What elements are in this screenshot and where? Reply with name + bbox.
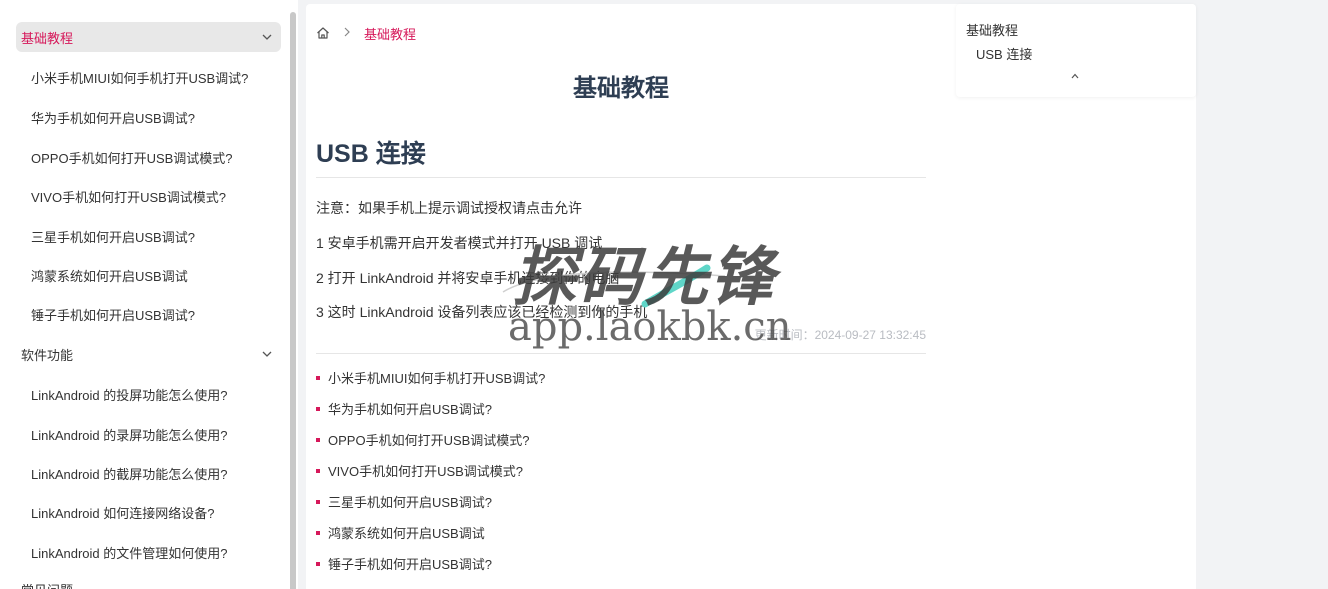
sidebar-item-network[interactable]: LinkAndroid 如何连接网络设备?: [31, 503, 215, 522]
related-link-samsung[interactable]: 三星手机如何开启USB调试?: [316, 492, 492, 511]
bullet-icon: [316, 468, 320, 473]
related-link-huawei[interactable]: 华为手机如何开启USB调试?: [316, 399, 492, 418]
related-link-label: 三星手机如何开启USB调试?: [328, 495, 492, 510]
paragraph-note: 注意：如果手机上提示调试授权请点击允许: [316, 200, 582, 216]
sidebar-item-xiaomi[interactable]: 小米手机MIUI如何手机打开USB调试?: [31, 68, 248, 87]
sidebar-item-files[interactable]: LinkAndroid 的文件管理如何使用?: [31, 543, 228, 562]
bullet-icon: [316, 530, 320, 535]
bullet-icon: [316, 406, 320, 411]
related-link-xiaomi[interactable]: 小米手机MIUI如何手机打开USB调试?: [316, 368, 545, 387]
bullet-icon: [316, 437, 320, 442]
sidebar-item-mirror[interactable]: LinkAndroid 的投屏功能怎么使用?: [31, 385, 228, 404]
breadcrumb-current[interactable]: 基础教程: [364, 24, 416, 43]
bullet-icon: [316, 375, 320, 380]
sidebar-group-faq[interactable]: 常见问题: [16, 574, 281, 589]
related-link-harmony[interactable]: 鸿蒙系统如何开启USB调试: [316, 523, 485, 542]
sidebar-item-smartisan[interactable]: 锤子手机如何开启USB调试?: [31, 305, 195, 324]
sidebar-group-features[interactable]: 软件功能: [16, 339, 281, 369]
bullet-icon: [316, 499, 320, 504]
sidebar-scrollbar[interactable]: [290, 12, 296, 589]
sidebar-item-oppo[interactable]: OPPO手机如何打开USB调试模式?: [31, 148, 233, 167]
related-link-label: VIVO手机如何打开USB调试模式?: [328, 464, 524, 479]
sidebar-item-record[interactable]: LinkAndroid 的录屏功能怎么使用?: [31, 425, 228, 444]
chevron-down-icon: [262, 351, 272, 357]
sidebar-group-basics[interactable]: 基础教程: [16, 22, 281, 52]
chevron-down-icon: [262, 34, 272, 40]
related-link-label: 华为手机如何开启USB调试?: [328, 402, 492, 417]
related-link-smartisan[interactable]: 锤子手机如何开启USB调试?: [316, 554, 492, 573]
related-link-label: 小米手机MIUI如何手机打开USB调试?: [328, 371, 546, 386]
page-title: 基础教程: [573, 75, 669, 102]
divider: [316, 177, 926, 178]
watermark-url: app.laokbk.cn: [508, 304, 792, 350]
sidebar: 基础教程 小米手机MIUI如何手机打开USB调试? 华为手机如何开启USB调试?…: [0, 0, 298, 589]
toc-card: 基础教程 USB 连接: [956, 4, 1196, 97]
sidebar-item-vivo[interactable]: VIVO手机如何打开USB调试模式?: [31, 187, 226, 206]
sidebar-item-huawei[interactable]: 华为手机如何开启USB调试?: [31, 108, 195, 127]
sidebar-group-label: 基础教程: [21, 30, 74, 46]
bullet-icon: [316, 561, 320, 566]
related-link-label: OPPO手机如何打开USB调试模式?: [328, 433, 530, 448]
sidebar-item-screenshot[interactable]: LinkAndroid 的截屏功能怎么使用?: [31, 464, 228, 483]
section-title: USB 连接: [316, 140, 426, 168]
home-icon[interactable]: [316, 26, 330, 40]
chevron-right-icon: [344, 27, 350, 37]
related-link-label: 锤子手机如何开启USB调试?: [328, 557, 492, 572]
related-link-label: 鸿蒙系统如何开启USB调试: [328, 526, 485, 541]
toc-item-usb[interactable]: USB 连接: [976, 44, 1032, 63]
toc-title: 基础教程: [966, 23, 1019, 38]
divider: [316, 353, 926, 354]
sidebar-group-label: 常见问题: [21, 580, 73, 589]
sidebar-group-label: 软件功能: [21, 347, 74, 363]
related-link-vivo[interactable]: VIVO手机如何打开USB调试模式?: [316, 461, 523, 480]
sidebar-item-harmony[interactable]: 鸿蒙系统如何开启USB调试: [31, 266, 188, 285]
sidebar-item-samsung[interactable]: 三星手机如何开启USB调试?: [31, 227, 195, 246]
chevron-up-icon[interactable]: [1070, 72, 1080, 80]
related-link-oppo[interactable]: OPPO手机如何打开USB调试模式?: [316, 430, 530, 449]
